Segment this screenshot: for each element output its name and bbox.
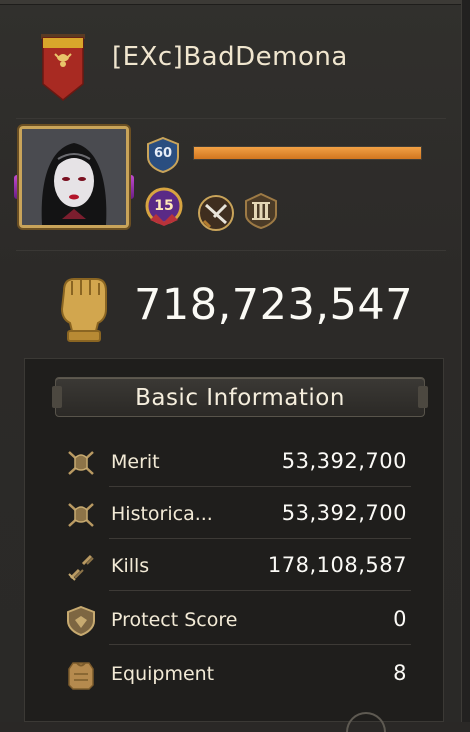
stat-value: 8 <box>393 661 407 685</box>
stat-label: Kills <box>111 555 150 577</box>
vip-level: 15 <box>154 198 174 214</box>
stat-row-merit: Merit 53,392,700 <box>65 435 411 487</box>
row-divider <box>109 590 411 591</box>
experience-bar-fill <box>194 147 421 159</box>
experience-bar <box>193 146 422 160</box>
row-divider <box>109 644 411 645</box>
stat-value: 53,392,700 <box>281 449 407 473</box>
player-level: 60 <box>153 146 173 161</box>
stat-value: 0 <box>393 607 407 631</box>
stat-value: 178,108,587 <box>267 553 407 577</box>
broken-swords-icon <box>68 554 94 581</box>
avatar[interactable] <box>19 126 129 228</box>
panel-top-border <box>0 0 470 5</box>
stat-row-kills: Kills 178,108,587 <box>65 539 411 591</box>
crossed-swords-helmet-icon <box>68 503 94 527</box>
avatar-portrait-image <box>22 129 126 225</box>
stat-value: 53,392,700 <box>281 501 407 525</box>
divider <box>16 118 446 119</box>
stat-row-protect-score: Protect Score 0 <box>65 593 411 645</box>
power-fist-icon <box>60 278 107 342</box>
basic-information-header: Basic Information <box>52 377 428 417</box>
player-profile-panel: [EXc]BadDemona 60 15 718,723,547 Basic I… <box>0 0 470 732</box>
armor-icon <box>68 662 94 690</box>
crossed-swords-helmet-icon <box>68 451 94 475</box>
power-value: 718,723,547 <box>134 280 414 330</box>
stat-label: Equipment <box>111 663 215 685</box>
player-name: [EXc]BadDemona <box>112 42 348 72</box>
basic-information-box: Basic Information Merit 53,392,700 Histo… <box>24 358 444 722</box>
panel-right-edge <box>461 0 470 722</box>
stat-label: Protect Score <box>111 609 238 631</box>
sword-badge-icon[interactable] <box>196 193 236 233</box>
stat-label: Merit <box>111 451 160 473</box>
shield-crest-icon <box>67 606 95 636</box>
section-title: Basic Information <box>135 385 345 411</box>
stat-label: Historica... <box>111 503 213 525</box>
stat-row-historical: Historica... 53,392,700 <box>65 487 411 539</box>
divider <box>16 250 446 251</box>
stat-row-equipment: Equipment 8 <box>65 647 411 699</box>
alliance-banner-icon[interactable] <box>39 34 87 102</box>
rank-badge-icon[interactable] <box>244 193 278 229</box>
